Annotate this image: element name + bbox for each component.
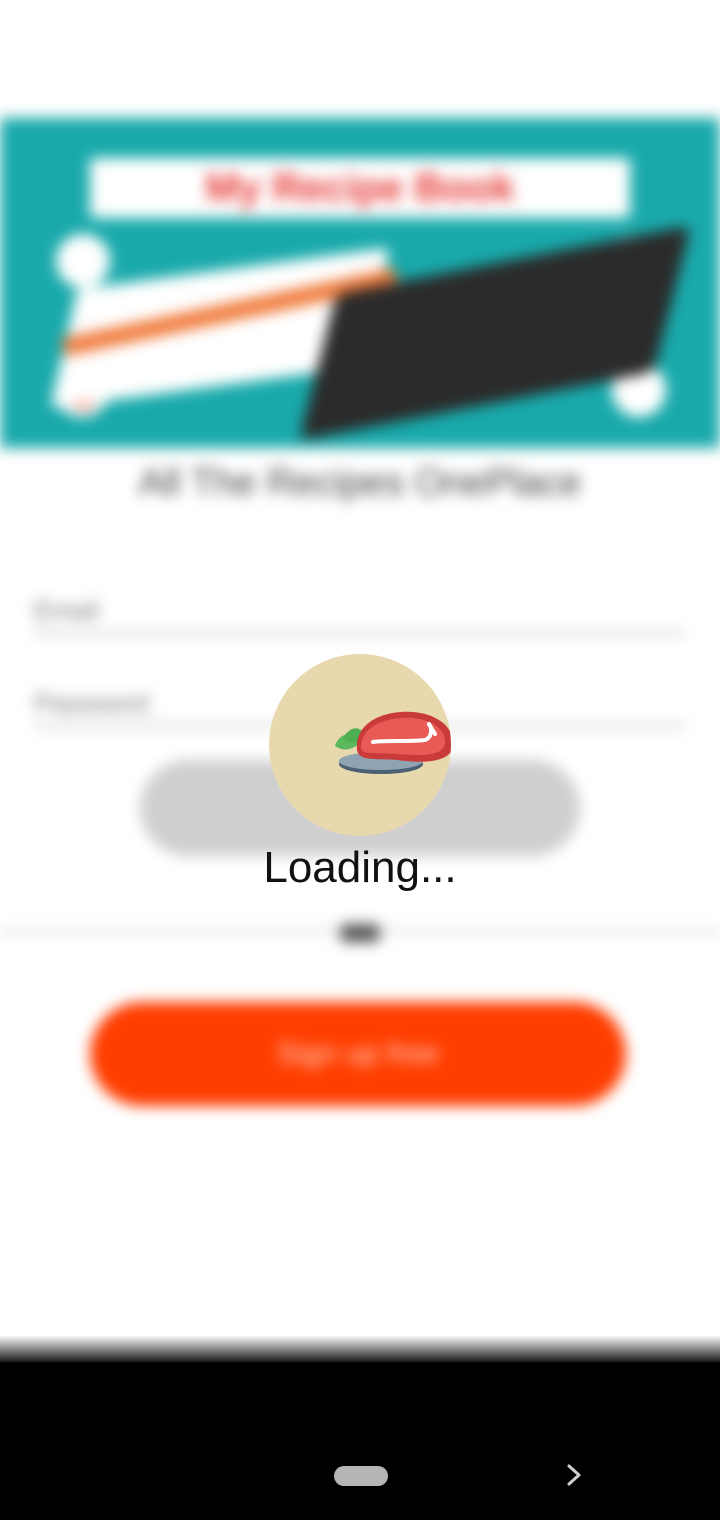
- navigation-bar: [0, 1362, 720, 1520]
- recipe-book-banner: My Recipe Book: [0, 118, 720, 448]
- steak-icon: [335, 711, 451, 774]
- signup-button: Sign up free: [90, 1002, 626, 1106]
- email-label: Email: [34, 595, 100, 625]
- badge-icon: [56, 234, 110, 288]
- banner-title: My Recipe Book: [90, 158, 630, 218]
- password-label: Password: [34, 688, 149, 718]
- email-field: [34, 632, 684, 635]
- home-pill-icon[interactable]: [334, 1466, 388, 1486]
- divider-label: [340, 924, 380, 942]
- chevron-right-icon[interactable]: [560, 1460, 588, 1490]
- nav-bar-fade: [0, 1335, 720, 1365]
- loader-circle: [269, 654, 451, 836]
- loading-text: Loading...: [263, 843, 457, 892]
- headline: All The Recipes OnePlace: [138, 462, 582, 504]
- screen: My Recipe Book All The Recipes OnePlace …: [0, 0, 720, 1520]
